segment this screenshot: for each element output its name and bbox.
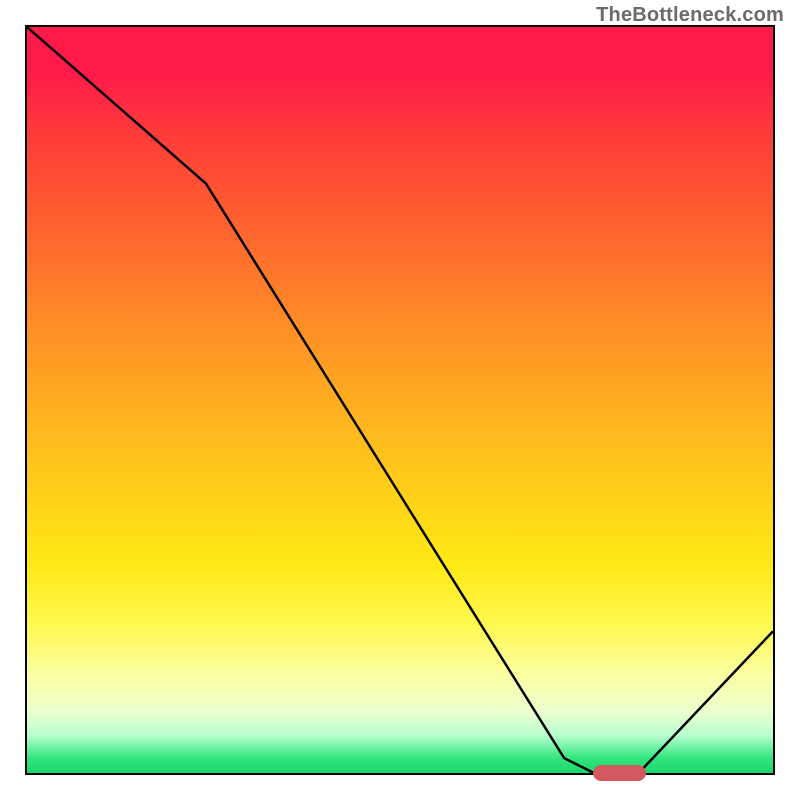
attribution-text: TheBottleneck.com bbox=[596, 4, 784, 27]
chart-svg bbox=[27, 27, 773, 773]
chart-curve bbox=[27, 27, 773, 773]
chart-plot-area bbox=[25, 25, 775, 775]
optimal-range-marker bbox=[593, 765, 646, 781]
